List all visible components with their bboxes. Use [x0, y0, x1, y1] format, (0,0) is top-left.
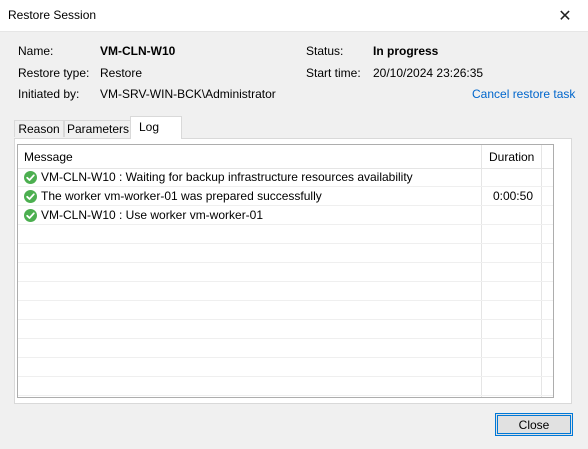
table-row[interactable]: VM-CLN-W10 : Waiting for backup infrastr…	[18, 168, 553, 187]
tab-parameters[interactable]: Parameters	[64, 120, 132, 137]
tab-reason[interactable]: Reason	[14, 120, 64, 137]
empty-row	[18, 263, 553, 282]
cancel-restore-task-link[interactable]: Cancel restore task	[472, 87, 575, 101]
empty-row	[18, 244, 553, 263]
start-time-value: 20/10/2024 23:26:35	[373, 66, 484, 80]
status-label: Status:	[306, 44, 344, 58]
start-time-label: Start time:	[306, 66, 361, 80]
empty-row	[18, 301, 553, 320]
initiated-by-label: Initiated by:	[18, 87, 80, 101]
log-table[interactable]: Message Duration VM-CLN-W10 : Waiting fo…	[17, 144, 554, 398]
message-column-header[interactable]: Message	[24, 150, 73, 164]
close-button[interactable]: Close	[495, 413, 573, 436]
success-check-icon	[24, 190, 37, 203]
empty-row	[18, 282, 553, 301]
restore-type-value: Restore	[100, 66, 143, 80]
window-title: Restore Session	[8, 8, 97, 22]
log-message: VM-CLN-W10 : Use worker vm-worker-01	[41, 208, 264, 222]
initiated-by-value: VM-SRV-WIN-BCK\Administrator	[100, 87, 276, 101]
success-check-icon	[24, 209, 37, 222]
restore-type-label: Restore type:	[18, 66, 90, 80]
empty-row	[18, 339, 553, 358]
log-message: VM-CLN-W10 : Waiting for backup infrastr…	[41, 170, 413, 184]
table-row[interactable]: VM-CLN-W10 : Use worker vm-worker-01	[18, 206, 553, 225]
empty-row	[18, 320, 553, 339]
empty-row	[18, 225, 553, 244]
table-row[interactable]: The worker vm-worker-01 was prepared suc…	[18, 187, 553, 206]
status-value: In progress	[373, 44, 439, 58]
log-message: The worker vm-worker-01 was prepared suc…	[41, 189, 322, 203]
close-window-icon[interactable]: ✕	[542, 0, 588, 31]
tab-log[interactable]: Log	[130, 116, 182, 139]
empty-row	[18, 358, 553, 377]
log-table-header: Message Duration	[18, 145, 553, 169]
name-value: VM-CLN-W10	[100, 44, 176, 58]
success-check-icon	[24, 171, 37, 184]
duration-column-header[interactable]: Duration	[489, 150, 534, 164]
name-label: Name:	[18, 44, 54, 58]
log-duration: 0:00:50	[492, 189, 533, 203]
restore-session-dialog: Restore Session ✕ Name: VM-CLN-W10 Resto…	[0, 0, 588, 449]
title-bar: Restore Session ✕	[0, 0, 588, 32]
empty-row	[18, 377, 553, 396]
